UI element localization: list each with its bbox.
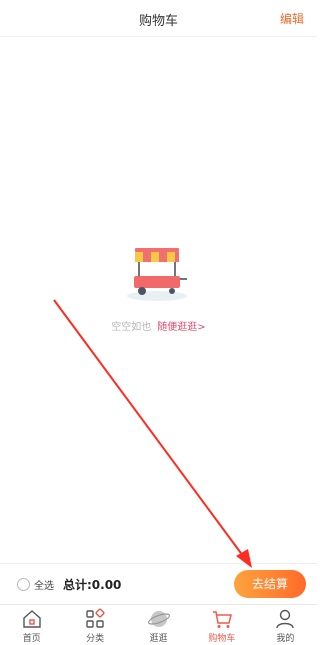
empty-text: 空空如也 (111, 322, 152, 333)
tab-cart[interactable]: 购物车 (190, 605, 253, 645)
select-all-radio[interactable] (17, 578, 30, 591)
category-icon (86, 608, 105, 628)
tab-home[interactable]: 首页 (0, 605, 63, 645)
market-cart-illustration (127, 248, 187, 301)
page-title: 购物车 (138, 14, 178, 29)
header: 购物车 编辑 (0, 0, 317, 37)
empty-message: 空空如也 随便逛逛> (0, 318, 317, 333)
checkout-bar: 全选 总计:0.00 去结算 (0, 563, 317, 604)
edit-button[interactable]: 编辑 (280, 10, 304, 27)
tab-label: 购物车 (208, 634, 236, 644)
bottom-tabbar: 首页 分类 逛逛 购物车 我的 (0, 604, 317, 645)
checkout-button[interactable]: 去结算 (234, 570, 306, 598)
tab-label: 分类 (86, 634, 105, 644)
tab-profile[interactable]: 我的 (254, 605, 317, 645)
select-all-toggle[interactable]: 全选 (17, 577, 54, 592)
tab-label: 逛逛 (149, 634, 168, 644)
total-amount: 总计:0.00 (63, 578, 122, 592)
tab-category[interactable]: 分类 (63, 605, 126, 645)
planet-icon (147, 611, 170, 627)
cart-icon (212, 611, 232, 628)
user-icon (276, 609, 295, 629)
select-all-label: 全选 (34, 581, 54, 592)
browse-link[interactable]: 随便逛逛> (157, 322, 205, 333)
tab-label: 首页 (22, 634, 41, 644)
tab-discover[interactable]: 逛逛 (127, 605, 190, 645)
home-icon (23, 610, 41, 628)
tab-label: 我的 (276, 634, 295, 644)
